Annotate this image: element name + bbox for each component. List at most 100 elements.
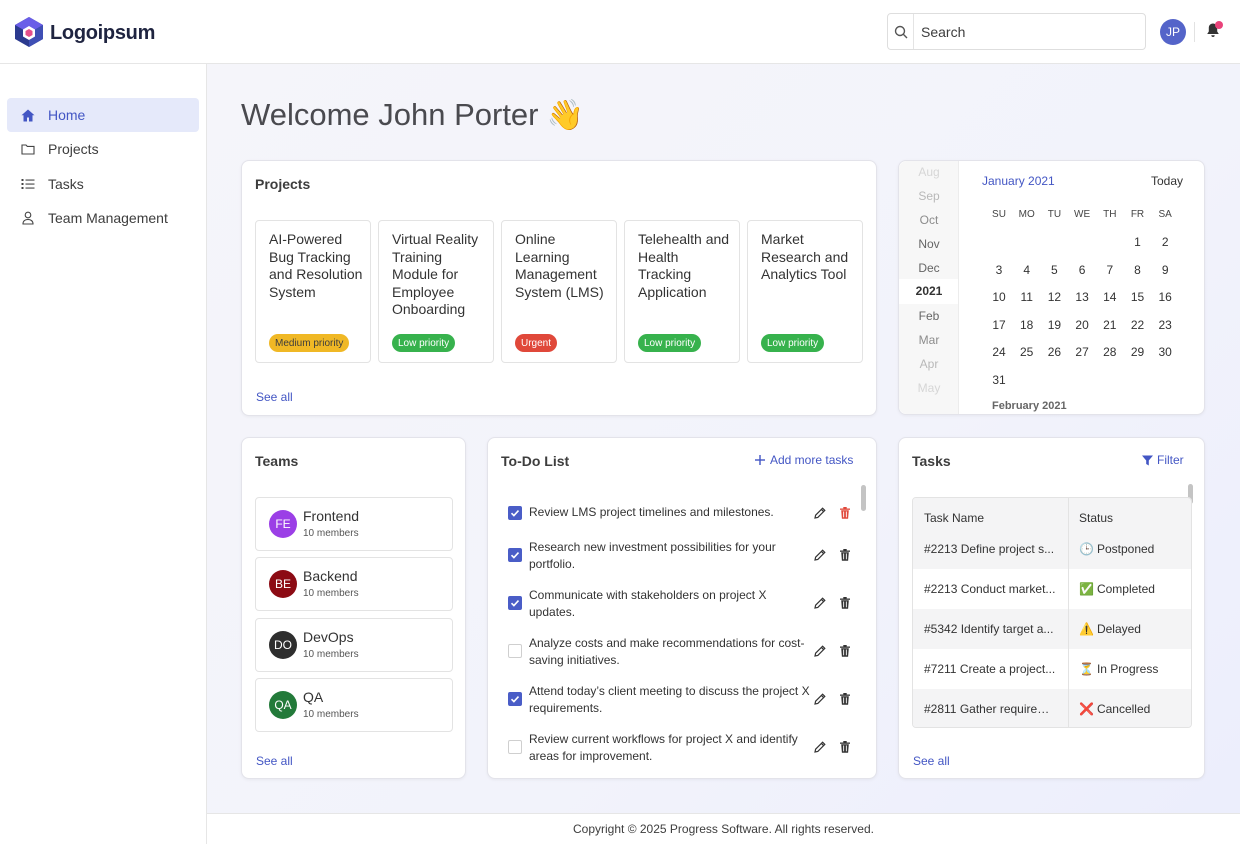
sidebar-item-label: Home bbox=[48, 107, 86, 123]
trash-icon[interactable] bbox=[838, 506, 852, 520]
calendar-year-selected[interactable]: 2021 bbox=[899, 279, 958, 304]
card-title: Tasks bbox=[912, 453, 951, 469]
calendar-month-list[interactable]: Aug Sep Oct Nov Dec 2021 Feb Mar Apr May bbox=[899, 161, 959, 414]
calendar-month[interactable]: May bbox=[899, 381, 958, 395]
pencil-icon[interactable] bbox=[813, 740, 827, 754]
calendar-day[interactable]: 12 bbox=[1040, 290, 1068, 304]
sidebar-item-home[interactable]: Home bbox=[7, 98, 199, 132]
calendar-day[interactable]: 30 bbox=[1151, 345, 1179, 359]
calendar-day[interactable]: 9 bbox=[1151, 263, 1179, 277]
table-row[interactable]: #5342 Identify target a... ⚠️ Delayed bbox=[913, 609, 1191, 649]
filter-button[interactable]: Filter bbox=[1142, 453, 1184, 467]
calendar-month[interactable]: Mar bbox=[899, 333, 958, 347]
calendar-day[interactable]: 11 bbox=[1013, 290, 1041, 304]
calendar-day[interactable]: 18 bbox=[1013, 318, 1041, 332]
card-title: Projects bbox=[255, 176, 311, 192]
calendar-day[interactable]: 7 bbox=[1096, 263, 1124, 277]
calendar-day[interactable]: 28 bbox=[1096, 345, 1124, 359]
pencil-icon[interactable] bbox=[813, 596, 827, 610]
todo-scrollbar[interactable] bbox=[861, 485, 866, 511]
team-item[interactable]: FE Frontend 10 members bbox=[255, 497, 453, 551]
trash-icon[interactable] bbox=[838, 740, 852, 754]
calendar-card: Aug Sep Oct Nov Dec 2021 Feb Mar Apr May… bbox=[898, 160, 1205, 415]
calendar-month[interactable]: Nov bbox=[899, 237, 958, 251]
calendar-day[interactable]: 14 bbox=[1096, 290, 1124, 304]
calendar-day[interactable]: 10 bbox=[985, 290, 1013, 304]
status-label: Postponed bbox=[1096, 542, 1155, 556]
sidebar-item-team-management[interactable]: Team Management bbox=[7, 201, 199, 235]
project-card[interactable]: Online Learning Management System (LMS) … bbox=[501, 220, 617, 363]
calendar-day[interactable]: 29 bbox=[1124, 345, 1152, 359]
table-row[interactable]: #7211 Create a project... ⏳ In Progress bbox=[913, 649, 1191, 689]
table-row[interactable]: #2811 Gather requirem... ❌ Cancelled bbox=[913, 689, 1191, 727]
calendar-day[interactable]: 26 bbox=[1040, 345, 1068, 359]
project-card[interactable]: Virtual Reality Training Module for Empl… bbox=[378, 220, 494, 363]
trash-icon[interactable] bbox=[838, 644, 852, 658]
calendar-day[interactable]: 21 bbox=[1096, 318, 1124, 332]
calendar-day[interactable]: 13 bbox=[1068, 290, 1096, 304]
todo-checkbox[interactable] bbox=[508, 740, 522, 754]
user-avatar[interactable]: JP bbox=[1160, 19, 1186, 45]
sidebar-item-projects[interactable]: Projects bbox=[7, 132, 199, 166]
see-all-link[interactable]: See all bbox=[913, 754, 950, 768]
calendar-month[interactable]: Aug bbox=[899, 165, 958, 179]
table-row[interactable]: #2213 Conduct market... ✅ Completed bbox=[913, 569, 1191, 609]
calendar-day[interactable]: 16 bbox=[1151, 290, 1179, 304]
calendar-month[interactable]: Oct bbox=[899, 213, 958, 227]
calendar-day[interactable]: 8 bbox=[1124, 263, 1152, 277]
logo[interactable]: Logoipsum bbox=[14, 16, 155, 51]
trash-icon[interactable] bbox=[838, 548, 852, 562]
project-card[interactable]: Market Research and Analytics Tool Low p… bbox=[747, 220, 863, 363]
todo-checkbox[interactable] bbox=[508, 644, 522, 658]
calendar-day[interactable]: 3 bbox=[985, 263, 1013, 277]
todo-checkbox[interactable] bbox=[508, 596, 522, 610]
add-tasks-button[interactable]: Add more tasks bbox=[755, 453, 853, 467]
today-button[interactable]: Today bbox=[1151, 174, 1183, 188]
see-all-link[interactable]: See all bbox=[256, 754, 293, 768]
search-box[interactable] bbox=[887, 13, 1146, 50]
calendar-day[interactable]: 5 bbox=[1040, 263, 1068, 277]
calendar-day[interactable]: 20 bbox=[1068, 318, 1096, 332]
calendar-day[interactable]: 2 bbox=[1151, 235, 1179, 249]
calendar-header[interactable]: January 2021 bbox=[982, 174, 1055, 188]
see-all-link[interactable]: See all bbox=[256, 390, 293, 404]
sidebar-item-tasks[interactable]: Tasks bbox=[7, 167, 199, 201]
team-item[interactable]: BE Backend 10 members bbox=[255, 557, 453, 611]
pencil-icon[interactable] bbox=[813, 692, 827, 706]
team-item[interactable]: QA QA 10 members bbox=[255, 678, 453, 732]
calendar-day[interactable]: 15 bbox=[1124, 290, 1152, 304]
calendar-day[interactable]: 19 bbox=[1040, 318, 1068, 332]
calendar-day[interactable]: 25 bbox=[1013, 345, 1041, 359]
pencil-icon[interactable] bbox=[813, 548, 827, 562]
calendar-month[interactable]: Apr bbox=[899, 357, 958, 371]
weekday-label: SU bbox=[992, 209, 1006, 220]
team-item[interactable]: DO DevOps 10 members bbox=[255, 618, 453, 672]
trash-icon[interactable] bbox=[838, 692, 852, 706]
calendar-day[interactable]: 23 bbox=[1151, 318, 1179, 332]
calendar-day[interactable]: 27 bbox=[1068, 345, 1096, 359]
project-card[interactable]: Telehealth and Health Tracking Applicati… bbox=[624, 220, 740, 363]
todo-checkbox[interactable] bbox=[508, 692, 522, 706]
project-card[interactable]: AI-Powered Bug Tracking and Resolution S… bbox=[255, 220, 371, 363]
calendar-month[interactable]: Sep bbox=[899, 189, 958, 203]
calendar-month[interactable]: Dec bbox=[899, 261, 958, 275]
calendar-day[interactable]: 22 bbox=[1124, 318, 1152, 332]
calendar-day[interactable]: 1 bbox=[1124, 235, 1152, 249]
todo-checkbox[interactable] bbox=[508, 506, 522, 520]
calendar-day[interactable]: 24 bbox=[985, 345, 1013, 359]
calendar-day[interactable]: 6 bbox=[1068, 263, 1096, 277]
pencil-icon[interactable] bbox=[813, 644, 827, 658]
calendar-day[interactable]: 17 bbox=[985, 318, 1013, 332]
check-icon bbox=[510, 552, 520, 559]
calendar-month[interactable]: Feb bbox=[899, 309, 958, 323]
search-input[interactable] bbox=[914, 23, 1134, 40]
calendar-day[interactable]: 31 bbox=[985, 373, 1013, 387]
calendar-day[interactable]: 4 bbox=[1013, 263, 1041, 277]
waving-hand-icon: 👋 bbox=[546, 98, 584, 132]
pencil-icon[interactable] bbox=[813, 506, 827, 520]
task-name: #2213 Define project s... bbox=[924, 542, 1055, 556]
task-name: #2213 Conduct market... bbox=[924, 582, 1056, 596]
table-row[interactable]: #2213 Define project s... 🕒 Postponed bbox=[913, 529, 1191, 569]
trash-icon[interactable] bbox=[838, 596, 852, 610]
todo-checkbox[interactable] bbox=[508, 548, 522, 562]
